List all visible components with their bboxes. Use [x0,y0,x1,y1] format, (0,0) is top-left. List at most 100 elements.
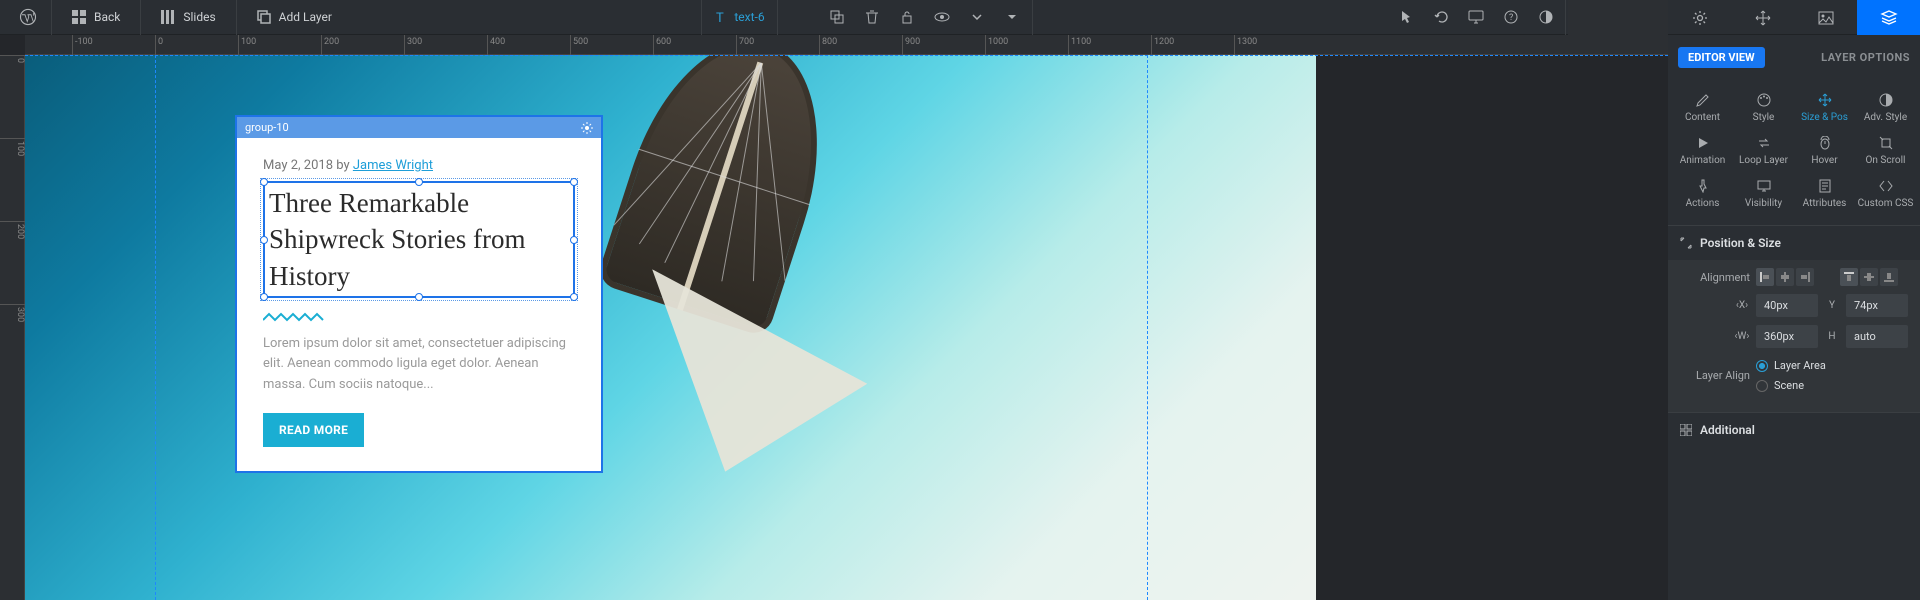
grid-icon [72,10,86,24]
ruler-tick: 100 [0,138,25,156]
tool-grid: Content Style Size & Pos Adv. Style Anim… [1668,80,1920,225]
text-layer-selected[interactable]: Three Remarkable Shipwreck Stories from … [263,181,575,298]
ruler-tick: 800 [819,35,837,55]
editor-view-tab[interactable]: EDITOR VIEW [1678,47,1765,68]
group-layer[interactable]: group-10 May 2, 2018 by James Wright Thr… [235,115,603,473]
y-input[interactable] [1846,294,1908,317]
layer-align-label: Layer Align [1680,369,1750,382]
layers-panel-icon[interactable] [1857,0,1920,35]
ruler-tick: 1300 [1234,35,1257,55]
slides-icon [161,10,175,24]
settings-gear-icon[interactable] [1668,0,1731,35]
back-button[interactable]: Back [58,0,134,35]
slides-label: Slides [183,10,215,24]
lock-icon[interactable] [890,0,925,35]
horizontal-ruler: -100010020030040050060070080090010001100… [25,35,1668,55]
group-label: group-10 [245,121,289,134]
caret-down-icon[interactable] [995,0,1030,35]
chevron-down-icon[interactable] [960,0,995,35]
guide-vertical[interactable] [155,55,156,600]
tool-actions[interactable]: Actions [1672,172,1733,215]
align-right-button[interactable] [1796,268,1814,286]
wordpress-logo-icon[interactable] [10,0,45,35]
section-additional[interactable]: Additional [1668,413,1920,447]
author-link[interactable]: James Wright [353,158,433,173]
stage[interactable]: group-10 May 2, 2018 by James Wright Thr… [25,55,1668,600]
guide-horizontal[interactable] [25,55,1668,56]
tool-size-pos[interactable]: Size & Pos [1794,86,1855,129]
vertical-ruler: 0 100 200 300 [0,55,25,600]
canvas-area: -100010020030040050060070080090010001100… [0,35,1668,600]
contrast-icon[interactable] [1528,0,1563,35]
preview-desktop-icon[interactable] [1458,0,1493,35]
tool-hover[interactable]: Hover [1794,129,1855,172]
group-header[interactable]: group-10 [237,117,601,138]
alignment-label: Alignment [1680,271,1750,284]
tool-style[interactable]: Style [1733,86,1794,129]
tool-content[interactable]: Content [1672,86,1733,129]
tool-loop-layer[interactable]: Loop Layer [1733,129,1794,172]
visibility-eye-icon[interactable] [925,0,960,35]
ruler-tick: 1100 [1068,35,1091,55]
h-label-icon: H [1824,329,1840,345]
h-input[interactable] [1846,325,1908,348]
radio-layer-area[interactable] [1756,360,1768,372]
ruler-tick: 1000 [985,35,1008,55]
ruler-tick: 200 [0,221,25,239]
align-bottom-button[interactable] [1880,268,1898,286]
tool-custom-css[interactable]: Custom CSS [1855,172,1916,215]
add-layer-button[interactable]: Add Layer [243,0,346,35]
w-link-icon[interactable]: ‹W› [1734,329,1750,345]
tool-on-scroll[interactable]: On Scroll [1855,129,1916,172]
radio-scene[interactable] [1756,380,1768,392]
duplicate-icon[interactable] [820,0,855,35]
ruler-tick: 400 [487,35,505,55]
ruler-tick: -100 [72,35,93,55]
side-panel: EDITOR VIEW LAYER OPTIONS Content Style … [1668,0,1920,600]
ruler-tick: 700 [736,35,754,55]
ruler-tick: 600 [653,35,671,55]
ruler-tick: 0 [155,35,163,55]
pointer-tool-icon[interactable] [1388,0,1423,35]
selected-layer-indicator[interactable]: T text-6 [704,10,774,24]
top-toolbar: Back Slides Add Layer T text-6 ? [0,0,1568,35]
post-headline[interactable]: Three Remarkable Shipwreck Stories from … [269,185,569,294]
text-icon: T [714,10,728,24]
align-top-button[interactable] [1840,268,1858,286]
svg-text:T: T [716,11,724,24]
image-panel-icon[interactable] [1794,0,1857,35]
align-center-v-button[interactable] [1860,268,1878,286]
move-icon[interactable] [1731,0,1794,35]
tool-animation[interactable]: Animation [1672,129,1733,172]
delete-icon[interactable] [855,0,890,35]
help-icon[interactable]: ? [1493,0,1528,35]
back-label: Back [94,10,120,24]
slide-background [25,55,1316,600]
ruler-tick: 0 [0,55,25,63]
ruler-tick: 1200 [1151,35,1174,55]
selected-layer-name: text-6 [734,10,764,24]
section-position-size[interactable]: Position & Size [1668,226,1920,260]
x-input[interactable] [1756,294,1818,317]
ruler-tick: 300 [0,304,25,322]
w-input[interactable] [1756,325,1818,348]
tool-adv-style[interactable]: Adv. Style [1855,86,1916,129]
guide-vertical[interactable] [1147,55,1148,600]
slides-button[interactable]: Slides [147,0,229,35]
svg-text:?: ? [1509,13,1513,23]
align-center-h-button[interactable] [1776,268,1794,286]
undo-icon[interactable] [1423,0,1458,35]
align-left-button[interactable] [1756,268,1774,286]
read-more-button[interactable]: READ MORE [263,413,364,447]
group-gear-icon[interactable] [581,122,593,134]
grid-small-icon [1680,424,1692,436]
y-label-icon: Y [1824,298,1840,314]
tool-attributes[interactable]: Attributes [1794,172,1855,215]
add-layer-icon [257,10,271,24]
post-excerpt: Lorem ipsum dolor sit amet, consectetuer… [263,334,575,394]
x-link-icon[interactable]: ‹X› [1734,298,1750,314]
add-layer-label: Add Layer [279,10,332,24]
tool-visibility[interactable]: Visibility [1733,172,1794,215]
post-meta: May 2, 2018 by James Wright [263,158,575,173]
layer-options-tab[interactable]: LAYER OPTIONS [1821,51,1910,64]
